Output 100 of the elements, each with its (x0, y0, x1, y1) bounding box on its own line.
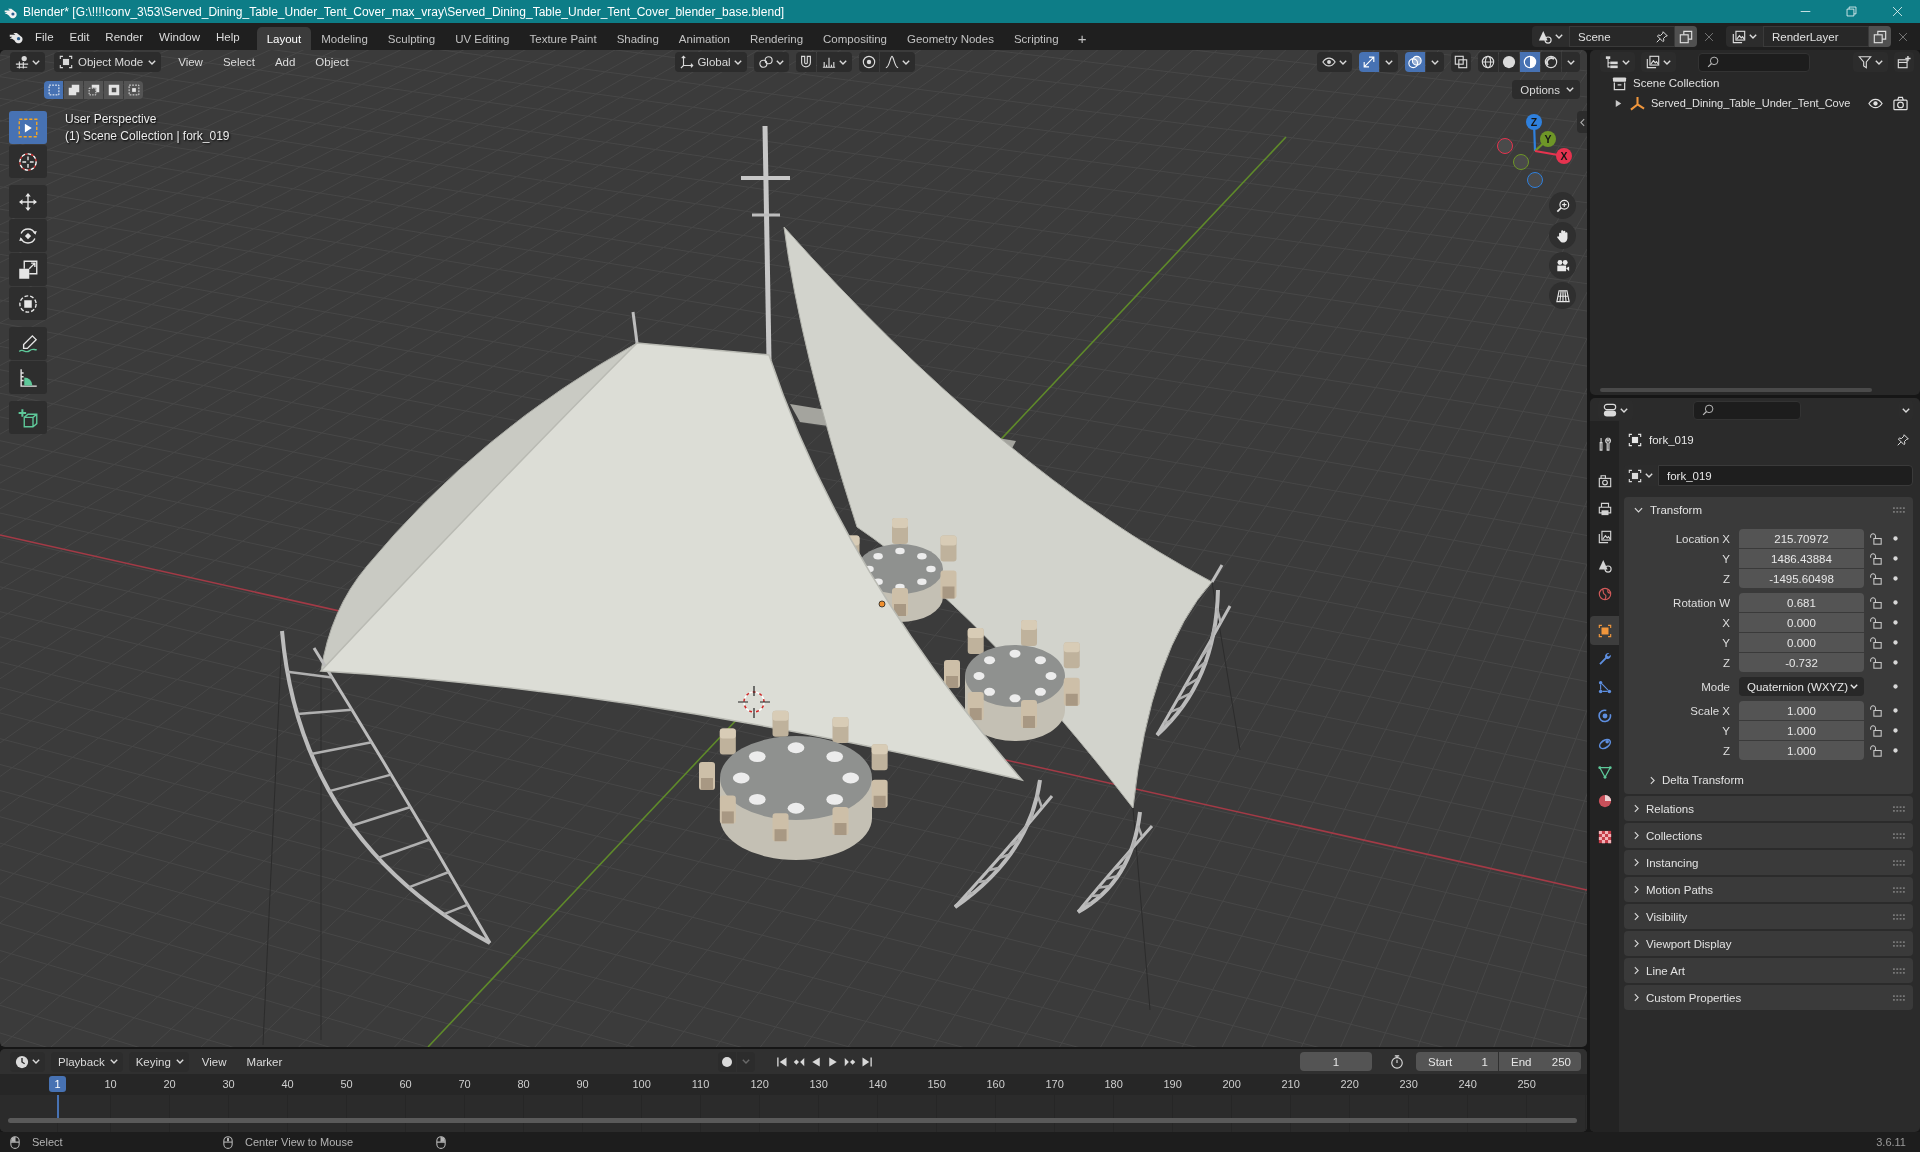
workspace-tab[interactable]: Rendering (740, 27, 814, 50)
view-layer-browse-button[interactable] (1726, 26, 1763, 47)
keyframe-dot-icon[interactable] (1893, 536, 1898, 541)
keyframe-dot-icon[interactable] (1893, 660, 1898, 665)
padlock-icon[interactable] (1869, 636, 1882, 649)
subpanel-header[interactable]: Delta Transform (1624, 769, 1913, 791)
menu-item[interactable]: Window (151, 27, 208, 46)
panel-header[interactable]: Line Art (1624, 958, 1913, 983)
restore-icon[interactable] (1845, 6, 1857, 17)
new-collection-button[interactable] (1894, 52, 1914, 72)
menu-item[interactable]: Select (215, 54, 262, 70)
axis-handle[interactable]: X (1556, 148, 1572, 164)
wireframe-shading-button[interactable] (1478, 52, 1498, 72)
scale-tool[interactable] (9, 253, 47, 286)
padlock-icon[interactable] (1869, 616, 1882, 629)
menu-item[interactable]: View (171, 54, 210, 70)
skip-end-icon[interactable] (861, 1055, 873, 1068)
padlock-icon[interactable] (1869, 704, 1882, 717)
keyframe-dot-icon[interactable] (1893, 620, 1898, 625)
axis-handle[interactable]: Z (1526, 114, 1542, 130)
snap-target-dropdown[interactable] (816, 52, 852, 72)
move-tool[interactable] (9, 185, 47, 218)
expand-triangle-icon[interactable] (1615, 98, 1622, 108)
snap-toggle[interactable] (795, 52, 816, 72)
play-icon[interactable] (827, 1055, 839, 1068)
camera-icon[interactable] (1893, 95, 1908, 111)
overlay-toggle[interactable] (1405, 52, 1425, 72)
zoom-view-button[interactable] (1549, 192, 1576, 219)
new-selection-button[interactable] (44, 80, 63, 99)
drag-handle-icon[interactable] (1893, 913, 1905, 920)
workspace-tab[interactable]: Geometry Nodes (897, 27, 1004, 50)
menu-item[interactable]: View (194, 1053, 234, 1070)
add-cube-tool[interactable] (9, 401, 47, 434)
menu-item[interactable]: Marker (239, 1053, 290, 1070)
outliner-scrollbar[interactable] (1600, 388, 1872, 392)
drag-handle-icon[interactable] (1893, 886, 1905, 893)
rendered-shading-button[interactable] (1541, 52, 1561, 72)
3d-viewport[interactable]: Object Mode View Select Add Object Global Options User Perspective (1) Scene Collection | fork_019 Z Y X (0, 50, 1587, 1047)
padlock-icon[interactable] (1869, 532, 1882, 545)
negative-axis-handle[interactable] (1527, 172, 1543, 188)
proportional-edit-toggle[interactable] (858, 52, 879, 72)
material-preview-button[interactable] (1520, 52, 1540, 72)
padlock-icon[interactable] (1869, 724, 1882, 737)
editor-type-button[interactable] (10, 52, 45, 72)
drag-handle-icon[interactable] (1893, 805, 1905, 812)
panel-header[interactable]: Viewport Display (1624, 931, 1913, 956)
menu-item[interactable]: File (27, 27, 62, 46)
number-field[interactable]: -0.732 (1739, 653, 1864, 672)
mode-dropdown[interactable]: Object Mode (54, 52, 162, 72)
view-layer-field[interactable]: RenderLayer (1763, 26, 1869, 47)
drag-handle-icon[interactable] (1893, 859, 1905, 866)
rotate-tool[interactable] (9, 219, 47, 252)
chevron-left-icon[interactable] (1579, 117, 1585, 127)
auto-keying-toggle[interactable] (718, 1051, 736, 1072)
pin-icon[interactable] (1897, 434, 1909, 446)
pin-icon[interactable] (1656, 30, 1668, 43)
negative-axis-handle[interactable] (1497, 138, 1513, 154)
pan-view-button[interactable] (1549, 222, 1576, 249)
padlock-icon[interactable] (1869, 572, 1882, 585)
new-view-layer-button[interactable] (1869, 26, 1891, 47)
number-field[interactable]: -1495.60498 (1739, 569, 1864, 588)
keyframe-dot-icon[interactable] (1893, 728, 1898, 733)
drag-handle-icon[interactable] (1893, 967, 1905, 974)
panel-header[interactable]: Transform (1624, 497, 1913, 522)
orientation-dropdown[interactable]: Global (675, 52, 747, 72)
xray-toggle[interactable] (1451, 52, 1471, 72)
negative-axis-handle[interactable] (1513, 154, 1529, 170)
workspace-tab[interactable]: Modeling (311, 27, 378, 50)
pivot-point-dropdown[interactable] (753, 52, 789, 72)
axis-handle[interactable]: Y (1540, 131, 1556, 147)
play-reverse-icon[interactable] (810, 1055, 822, 1068)
perspective-toggle-button[interactable] (1549, 282, 1576, 309)
subtract-selection-button[interactable] (84, 80, 103, 99)
panel-header[interactable]: Custom Properties (1624, 985, 1913, 1010)
number-field[interactable]: 0.000 (1739, 633, 1864, 652)
workspace-tab[interactable]: UV Editing (445, 27, 520, 50)
workspace-tab[interactable]: Compositing (813, 27, 897, 50)
menu-dropdown[interactable]: Keying (128, 1051, 189, 1072)
object-name-field[interactable]: fork_019 (1658, 465, 1913, 486)
panel-header[interactable]: Instancing (1624, 850, 1913, 875)
object-tab[interactable] (1590, 616, 1619, 645)
transform-tool[interactable] (9, 287, 47, 320)
keyframe-dot-icon[interactable] (1893, 640, 1898, 645)
padlock-icon[interactable] (1869, 744, 1882, 757)
new-scene-button[interactable] (1675, 26, 1697, 47)
menu-item[interactable]: Add (267, 54, 303, 70)
padlock-icon[interactable] (1869, 552, 1882, 565)
panel-header[interactable]: Collections (1624, 823, 1913, 848)
remove-icon[interactable] (1898, 31, 1908, 42)
panel-header[interactable]: Motion Paths (1624, 877, 1913, 902)
options-dropdown[interactable]: Options (1512, 80, 1580, 99)
workspace-tab[interactable]: Sculpting (377, 27, 446, 50)
end-frame-field[interactable]: End 250 (1499, 1052, 1581, 1071)
skip-start-icon[interactable] (776, 1055, 788, 1068)
panel-header[interactable]: Relations (1624, 796, 1913, 821)
solid-shading-button[interactable] (1499, 52, 1519, 72)
editor-type-button[interactable] (10, 1051, 45, 1072)
start-frame-field[interactable]: Start 1 (1416, 1052, 1498, 1071)
workspace-tab[interactable]: Animation (668, 27, 740, 50)
menu-item[interactable]: Object (308, 54, 356, 70)
